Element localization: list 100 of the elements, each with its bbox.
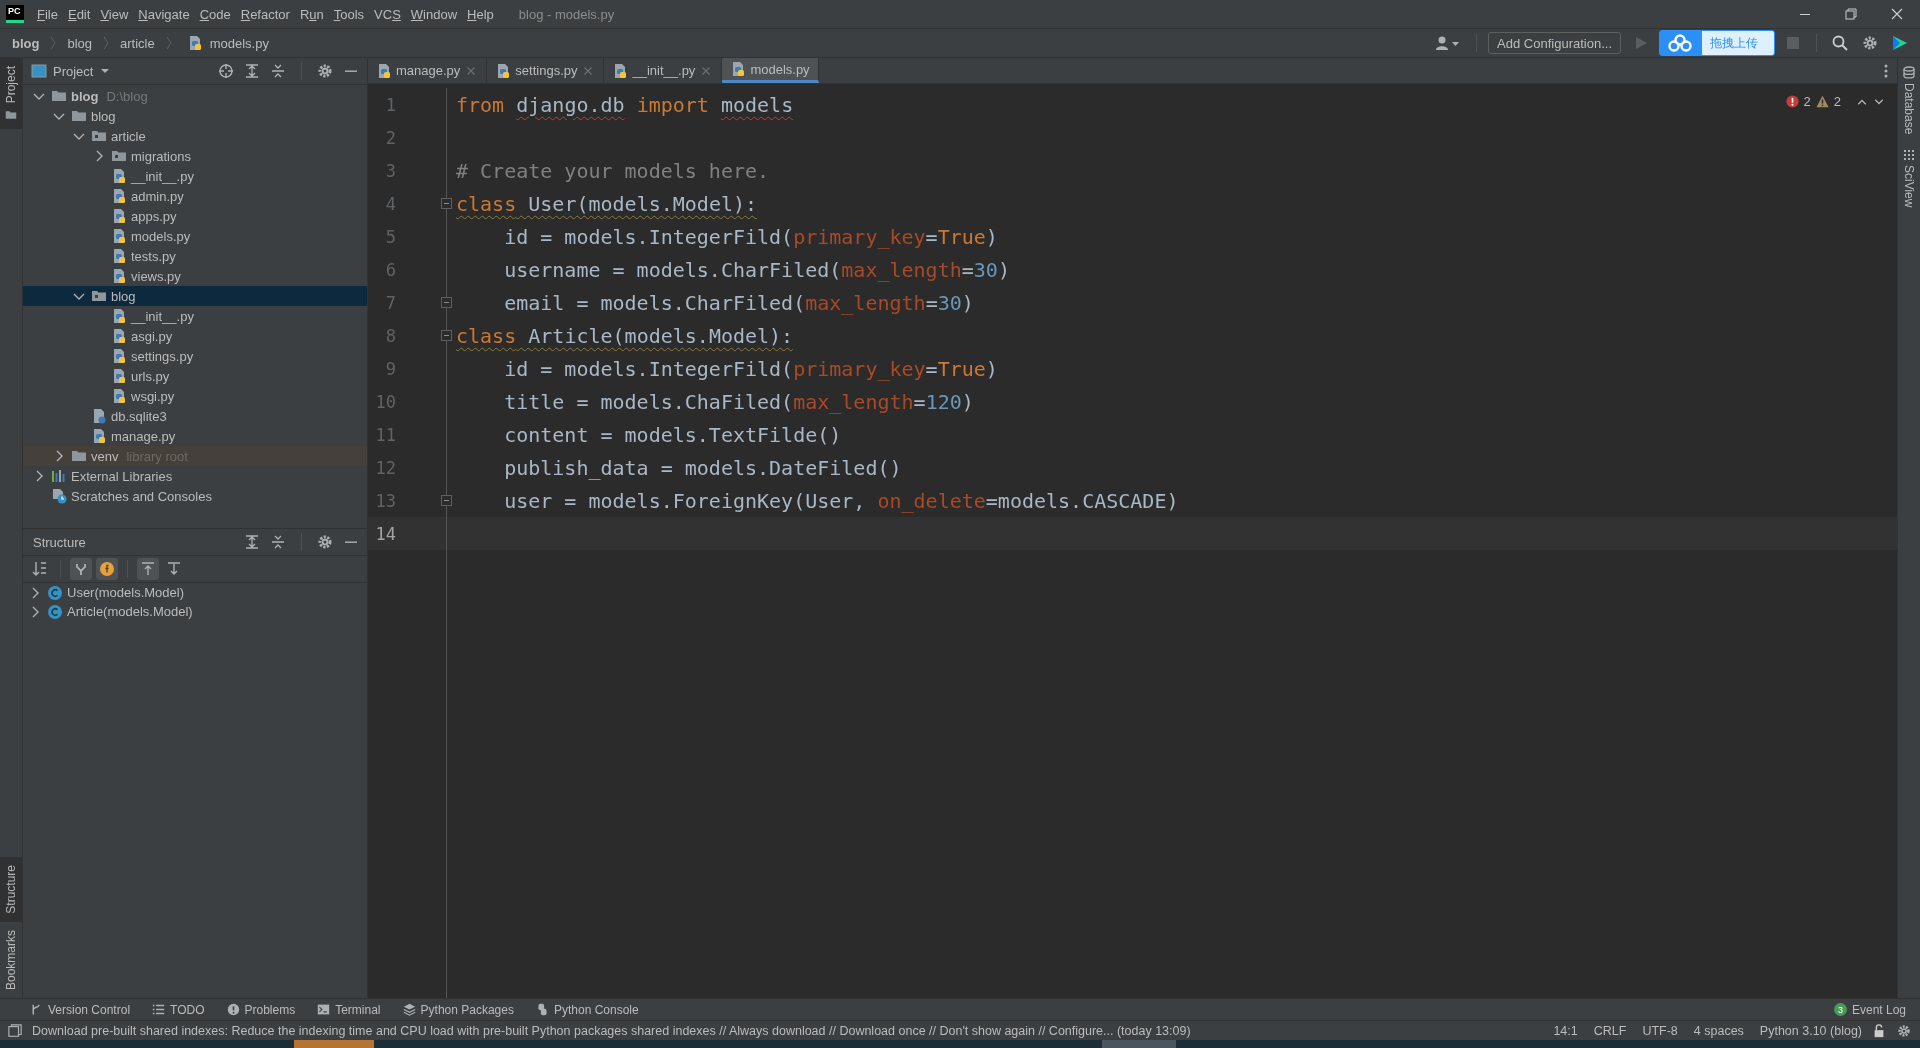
tree-item[interactable]: db.sqlite3 bbox=[23, 406, 367, 426]
tool-window-button[interactable]: Python Packages bbox=[402, 1002, 514, 1017]
toggle-button[interactable] bbox=[96, 558, 118, 580]
database-file-icon bbox=[91, 408, 107, 424]
tree-item[interactable]: wsgi.py bbox=[23, 386, 367, 406]
tree-item[interactable]: views.py bbox=[23, 266, 367, 286]
menu-item[interactable]: VCS bbox=[369, 6, 406, 22]
event-log-button[interactable]: 3 Event Log bbox=[1833, 1002, 1906, 1017]
database-icon bbox=[1903, 66, 1915, 79]
settings-icon[interactable] bbox=[317, 534, 333, 550]
fold-icon[interactable] bbox=[440, 197, 453, 210]
settings-icon[interactable] bbox=[1896, 1023, 1912, 1038]
editor-tab[interactable]: settings.py bbox=[487, 58, 605, 83]
status-item[interactable]: Python 3.10 (blog) bbox=[1759, 1023, 1862, 1038]
upload-widget[interactable]: 拖拽上传 bbox=[1659, 30, 1775, 56]
tree-item[interactable]: blog D:\blog bbox=[23, 86, 367, 106]
structure-item[interactable]: User(models.Model) bbox=[23, 583, 367, 602]
status-item[interactable]: 14:1 bbox=[1553, 1023, 1578, 1038]
fold-icon[interactable] bbox=[440, 296, 453, 309]
menu-item[interactable]: Window bbox=[405, 6, 463, 22]
breadcrumb-item[interactable]: models.py bbox=[182, 35, 269, 51]
tree-item[interactable]: __init__.py bbox=[23, 166, 367, 186]
code-line: class User(models.Model): bbox=[456, 191, 758, 216]
tree-item[interactable]: manage.py bbox=[23, 426, 367, 446]
tree-item[interactable]: settings.py bbox=[23, 346, 367, 366]
settings-icon[interactable] bbox=[1862, 35, 1878, 51]
status-item[interactable]: CRLF bbox=[1593, 1023, 1627, 1038]
library-bars-icon bbox=[51, 468, 67, 484]
tree-item[interactable]: asgi.py bbox=[23, 326, 367, 346]
folder-icon bbox=[5, 109, 17, 122]
package-folder-icon bbox=[111, 148, 127, 164]
editor-tab[interactable]: manage.py bbox=[368, 58, 488, 83]
structure-item[interactable]: Article(models.Model) bbox=[23, 602, 367, 621]
tree-item[interactable]: __init__.py bbox=[23, 306, 367, 326]
tool-window-button[interactable]: Terminal bbox=[317, 1002, 381, 1017]
tool-window-button[interactable]: TODO bbox=[152, 1002, 205, 1017]
menu-item[interactable]: Refactor bbox=[235, 6, 295, 22]
tree-item[interactable]: models.py bbox=[23, 226, 367, 246]
inherited-icon bbox=[73, 561, 89, 577]
menu-item[interactable]: Navigate bbox=[133, 6, 195, 22]
user-icon[interactable] bbox=[1435, 35, 1462, 51]
tree-item[interactable]: migrations bbox=[23, 146, 367, 166]
tool-window-tab[interactable]: Structure bbox=[0, 857, 22, 922]
tree-item[interactable]: tests.py bbox=[23, 246, 367, 266]
toggle-button[interactable] bbox=[70, 558, 92, 580]
menu-item[interactable]: File bbox=[32, 6, 63, 22]
tree-item[interactable]: urls.py bbox=[23, 366, 367, 386]
fold-icon[interactable] bbox=[440, 329, 453, 342]
code-line: # Create your models here. bbox=[456, 158, 770, 183]
tool-window-tab[interactable]: Bookmarks bbox=[0, 921, 22, 998]
breadcrumb-separator-icon bbox=[164, 35, 173, 51]
tree-item[interactable]: admin.py bbox=[23, 186, 367, 206]
configuration-dropdown[interactable]: Add Configuration... bbox=[1488, 32, 1621, 54]
python-file-icon bbox=[111, 388, 127, 404]
breadcrumb-item[interactable]: blog bbox=[67, 35, 92, 51]
locate-icon[interactable] bbox=[218, 63, 234, 79]
menu-item[interactable]: Code bbox=[194, 6, 236, 22]
tool-window-tab[interactable]: Project bbox=[0, 58, 22, 130]
more-icon[interactable] bbox=[1883, 62, 1889, 79]
tree-item[interactable]: blog bbox=[23, 286, 367, 306]
status-message[interactable]: Download pre-built shared indexes: Reduce the indexing time and CPU load with pre-built Python packages shared indexes // Always download // Download once // Don't show again // Configure... (today 13:09) bbox=[32, 1023, 1191, 1038]
tool-window-button[interactable]: Python Console bbox=[535, 1002, 639, 1017]
breadcrumb-item[interactable]: blog bbox=[12, 35, 40, 51]
fold-icon[interactable] bbox=[440, 494, 453, 507]
layers-icon bbox=[402, 1003, 416, 1016]
search-icon[interactable] bbox=[1832, 35, 1848, 51]
python-file-icon bbox=[111, 308, 127, 324]
tool-window-button[interactable]: Problems bbox=[226, 1002, 296, 1017]
tree-item[interactable]: article bbox=[23, 126, 367, 146]
tree-item[interactable]: blog bbox=[23, 106, 367, 126]
settings-icon[interactable] bbox=[317, 63, 333, 79]
plugin-logo-icon[interactable] bbox=[1892, 35, 1908, 51]
lock-icon[interactable] bbox=[1872, 1023, 1886, 1038]
tree-item[interactable]: apps.py bbox=[23, 206, 367, 226]
line-number: 11 bbox=[374, 424, 396, 445]
menu-item[interactable]: Help bbox=[462, 6, 499, 22]
toggle-button[interactable] bbox=[137, 558, 159, 580]
expand-all-icon[interactable] bbox=[244, 63, 260, 79]
menu-item[interactable]: Run bbox=[294, 6, 329, 22]
line-number: 3 bbox=[384, 160, 396, 181]
window-title: blog - models.py bbox=[518, 6, 615, 22]
editor-tab[interactable]: models.py bbox=[722, 58, 819, 83]
tree-item[interactable]: Scratches and Consoles bbox=[23, 486, 367, 506]
tool-window-tab[interactable]: SciView bbox=[1898, 140, 1920, 214]
menu-item[interactable]: View bbox=[95, 6, 134, 22]
status-item[interactable]: 4 spaces bbox=[1693, 1023, 1744, 1038]
collapse-all-icon[interactable] bbox=[270, 534, 286, 550]
collapse-all-icon[interactable] bbox=[270, 63, 286, 79]
status-item[interactable]: UTF-8 bbox=[1642, 1023, 1678, 1038]
breadcrumb-item[interactable]: article bbox=[120, 35, 155, 51]
expand-all-icon[interactable] bbox=[244, 534, 260, 550]
menu-item[interactable]: Tools bbox=[328, 6, 370, 22]
tree-item[interactable]: External Libraries bbox=[23, 466, 367, 486]
tool-window-button[interactable]: Version Control bbox=[30, 1002, 131, 1017]
sort-icon bbox=[32, 561, 48, 577]
panel-title-dropdown[interactable]: Project bbox=[31, 63, 112, 79]
tool-window-tab[interactable]: Database bbox=[1898, 58, 1920, 141]
message-icon[interactable] bbox=[8, 1023, 22, 1038]
menu-item[interactable]: Edit bbox=[62, 6, 96, 22]
code-line: username = models.CharFiled(max_length=30) bbox=[503, 257, 1010, 282]
